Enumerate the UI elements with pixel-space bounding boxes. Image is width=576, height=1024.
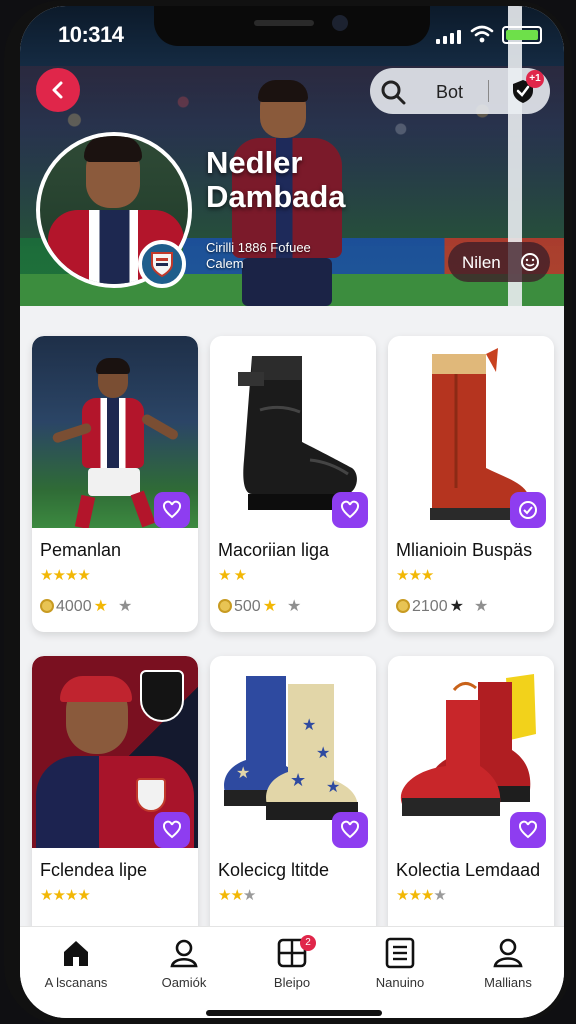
app-screen: 10:314 Bot +1 Nedler Dambada Cirilli 188… bbox=[20, 6, 564, 1018]
rating-stars: ★ ★ bbox=[218, 567, 247, 584]
nav-item-profile[interactable]: Oamiók bbox=[130, 937, 238, 1003]
favorite-button[interactable] bbox=[510, 492, 546, 528]
svg-text:★: ★ bbox=[326, 777, 340, 796]
nav-badge: 2 bbox=[300, 935, 316, 951]
coin-icon bbox=[40, 599, 54, 613]
nav-label: A lscanans bbox=[44, 975, 108, 990]
heart-icon bbox=[340, 820, 360, 839]
product-card[interactable]: Macoriian liga ★ ★ 500 ★ ★ bbox=[210, 336, 376, 632]
price: 2100 ★ ★ bbox=[396, 596, 488, 616]
star-icon: ★ bbox=[262, 598, 278, 615]
search-icon[interactable] bbox=[380, 79, 406, 105]
svg-text:★: ★ bbox=[316, 743, 330, 762]
battery-icon bbox=[502, 26, 542, 44]
notch bbox=[154, 6, 430, 46]
svg-text:★: ★ bbox=[302, 715, 316, 734]
svg-text:★: ★ bbox=[236, 763, 250, 782]
product-title: Fclendea lipe bbox=[40, 860, 148, 880]
product-image bbox=[210, 336, 376, 528]
heart-icon bbox=[162, 820, 182, 839]
signal-icon bbox=[436, 30, 464, 44]
chevron-left-icon bbox=[52, 81, 63, 99]
product-image bbox=[32, 656, 198, 848]
home-icon bbox=[64, 941, 88, 966]
notification-badge: +1 bbox=[526, 70, 544, 88]
divider bbox=[488, 80, 489, 102]
product-card[interactable]: Mlianioin Buspäs ★★★ 2100 ★ ★ bbox=[388, 336, 554, 632]
heart-icon bbox=[340, 500, 360, 519]
favorite-button[interactable] bbox=[510, 812, 546, 848]
product-title: Macoriian liga bbox=[218, 540, 330, 560]
price: 500 ★ ★ bbox=[218, 596, 301, 616]
rating-stars: ★★★★ bbox=[40, 887, 91, 904]
home-indicator[interactable] bbox=[206, 1010, 382, 1016]
nav-item-account[interactable]: Mallians bbox=[454, 937, 562, 1003]
product-image bbox=[32, 336, 198, 528]
star-outline-icon[interactable]: ★ bbox=[118, 598, 132, 615]
nav-label: Oamiók bbox=[161, 975, 207, 990]
rating-stars: ★★★★ bbox=[396, 887, 447, 904]
price-value: 4000 bbox=[56, 598, 92, 615]
player-subtitle: Cirilli 1886 Fofuee Calem bbox=[206, 240, 311, 271]
smile-icon bbox=[521, 253, 539, 271]
phone-frame: 10:314 Bot +1 Nedler Dambada Cirilli 188… bbox=[4, 0, 572, 1024]
profile-icon bbox=[170, 939, 198, 968]
account-icon bbox=[493, 938, 523, 968]
coin-icon bbox=[396, 599, 410, 613]
nav-item-grid[interactable]: 2 Bleipo bbox=[238, 935, 346, 1003]
nav-label: Mallians bbox=[484, 975, 532, 990]
product-card[interactable]: Kolectia Lemdaad ★★★★ bbox=[388, 656, 554, 946]
search-text: Bot bbox=[436, 82, 464, 102]
product-image bbox=[388, 336, 554, 528]
list-icon bbox=[385, 937, 415, 969]
nav-label: Bleipo bbox=[273, 975, 311, 990]
hero-action-label: Nilen bbox=[462, 253, 501, 272]
star-outline-icon[interactable]: ★ bbox=[287, 598, 301, 615]
product-title: Kolecicg ltitde bbox=[218, 860, 330, 880]
rating-stars: ★★★★ bbox=[40, 567, 91, 584]
product-image: ★ ★ ★ ★ ★ bbox=[210, 656, 376, 848]
check-circle-icon bbox=[519, 501, 537, 519]
hero-action-button[interactable]: Nilen bbox=[448, 242, 550, 282]
bottom-navigation: A lscanans Oamiók 2 Bleipo Nanuino Malli… bbox=[20, 926, 564, 1018]
product-card[interactable]: ★ ★ ★ ★ ★ Kolecicg ltitde ★★★ bbox=[210, 656, 376, 946]
svg-text:★: ★ bbox=[290, 770, 306, 791]
nav-item-home[interactable]: A lscanans bbox=[22, 937, 130, 1003]
coin-icon bbox=[218, 599, 232, 613]
product-title: Mlianioin Buspäs bbox=[396, 540, 533, 560]
wifi-icon bbox=[470, 25, 494, 43]
star-outline-icon[interactable]: ★ bbox=[474, 598, 488, 615]
product-image bbox=[388, 656, 554, 848]
heart-icon bbox=[162, 500, 182, 519]
rating-stars: ★★★ bbox=[396, 567, 434, 584]
favorite-button[interactable] bbox=[154, 812, 190, 848]
product-card[interactable]: Pemanlan ★★★★ 4000 ★ ★ bbox=[32, 336, 198, 632]
price: 4000 ★ ★ bbox=[40, 596, 132, 616]
status-bar: 10:314 bbox=[20, 6, 564, 62]
product-title: Kolectia Lemdaad bbox=[396, 860, 541, 880]
club-crest-icon bbox=[138, 240, 186, 288]
star-icon: ★ bbox=[93, 598, 108, 615]
nav-label: Nanuino bbox=[375, 975, 425, 990]
product-title: Pemanlan bbox=[40, 540, 122, 560]
product-card[interactable]: Fclendea lipe ★★★★ bbox=[32, 656, 198, 946]
price-value: 2100 bbox=[412, 598, 448, 615]
back-button[interactable] bbox=[36, 68, 80, 112]
heart-icon bbox=[518, 820, 538, 839]
star-icon: ★ bbox=[449, 598, 464, 615]
status-time: 10:314 bbox=[58, 22, 124, 47]
nav-item-list[interactable]: Nanuino bbox=[346, 937, 454, 1003]
rating-stars: ★★★ bbox=[218, 887, 256, 904]
player-name: Nedler Dambada bbox=[206, 145, 346, 214]
search-bar[interactable]: Bot +1 bbox=[370, 68, 550, 114]
favorite-button[interactable] bbox=[332, 812, 368, 848]
favorite-button[interactable] bbox=[154, 492, 190, 528]
price-value: 500 bbox=[234, 598, 261, 615]
favorite-button[interactable] bbox=[332, 492, 368, 528]
